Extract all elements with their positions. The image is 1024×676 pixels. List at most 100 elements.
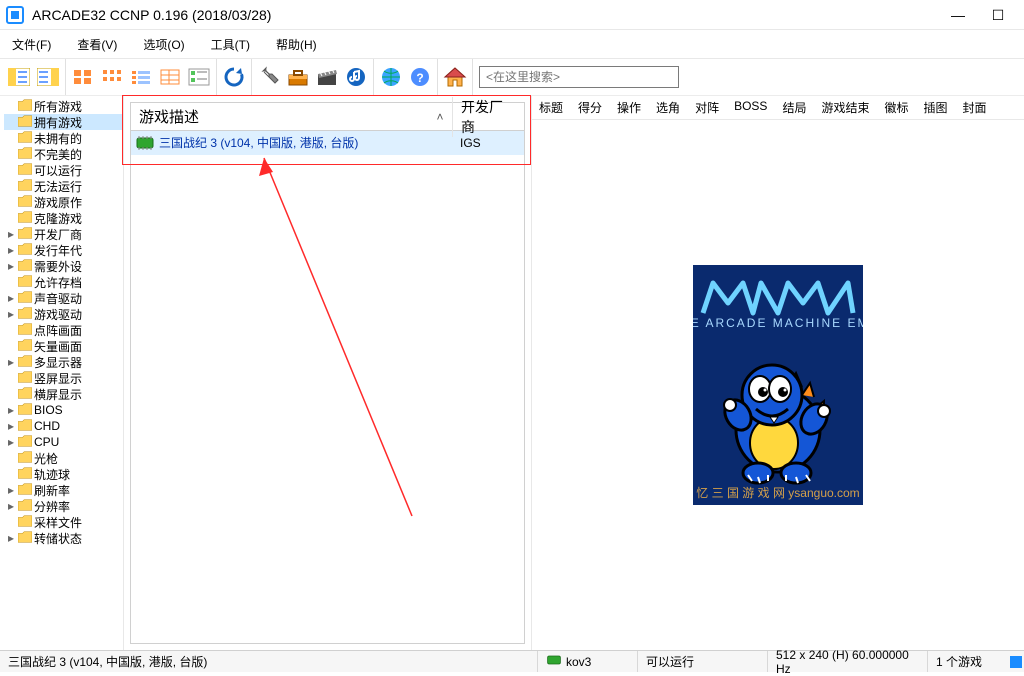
tree-spacer	[6, 373, 16, 383]
tree-item[interactable]: ▸BIOS	[4, 402, 123, 418]
tools-music-button[interactable]	[342, 63, 370, 91]
menu-bar: 文件(F) 查看(V) 选项(O) 工具(T) 帮助(H)	[0, 30, 1024, 58]
folder-icon	[18, 483, 32, 498]
preview-tab[interactable]: 操作	[610, 96, 649, 119]
tree-item[interactable]: 未拥有的	[4, 130, 123, 146]
tree-item[interactable]: 所有游戏	[4, 98, 123, 114]
tree-item[interactable]: 横屏显示	[4, 386, 123, 402]
minimize-button[interactable]: —	[938, 3, 978, 27]
folder-icon	[18, 467, 32, 482]
preview-tabs[interactable]: 标题得分操作选角对阵BOSS结局游戏结束徽标插图封面	[532, 96, 1024, 120]
expand-icon[interactable]: ▸	[6, 293, 16, 303]
tree-item[interactable]: ▸转储状态	[4, 530, 123, 546]
tree-item[interactable]: ▸需要外设	[4, 258, 123, 274]
expand-icon[interactable]: ▸	[6, 421, 16, 431]
view-grouped-button[interactable]	[185, 63, 213, 91]
folder-icon	[18, 99, 32, 114]
preview-image-area: MULTIPLE ARCADE MACHINE EMULATOR	[532, 120, 1024, 650]
preview-tab[interactable]: 徽标	[877, 96, 916, 119]
tree-item[interactable]: ▸分辨率	[4, 498, 123, 514]
list-header[interactable]: 游戏描述 ˄ 开发厂商	[131, 103, 524, 131]
menu-file[interactable]: 文件(F)	[6, 33, 57, 56]
tree-item[interactable]: ▸刷新率	[4, 482, 123, 498]
game-list[interactable]: 游戏描述 ˄ 开发厂商 三国战纪 3 (v104, 中国版, 港版, 台版) I…	[130, 102, 525, 644]
preview-tab[interactable]: 标题	[532, 96, 571, 119]
preview-tab[interactable]: 结局	[775, 96, 814, 119]
search-box[interactable]	[479, 66, 679, 88]
tree-label: 拥有游戏	[34, 114, 82, 131]
tree-item[interactable]: 竖屏显示	[4, 370, 123, 386]
tree-item[interactable]: 可以运行	[4, 162, 123, 178]
expand-icon[interactable]: ▸	[6, 261, 16, 271]
expand-icon[interactable]: ▸	[6, 437, 16, 447]
expand-icon[interactable]: ▸	[6, 501, 16, 511]
menu-help[interactable]: 帮助(H)	[270, 33, 323, 56]
search-input[interactable]	[479, 66, 679, 88]
tools-wrench-button[interactable]	[255, 63, 283, 91]
column-developer[interactable]: 开发厂商	[452, 97, 524, 137]
tree-item[interactable]: ▸CPU	[4, 434, 123, 450]
menu-view[interactable]: 查看(V)	[71, 33, 123, 56]
expand-icon[interactable]: ▸	[6, 485, 16, 495]
preview-tab[interactable]: 游戏结束	[814, 96, 877, 119]
view-small-icons-button[interactable]	[98, 63, 126, 91]
tree-item[interactable]: 无法运行	[4, 178, 123, 194]
view-detail-button[interactable]	[156, 63, 184, 91]
view-list-button[interactable]	[127, 63, 155, 91]
preview-tab[interactable]: 选角	[649, 96, 688, 119]
tree-item[interactable]: 光枪	[4, 450, 123, 466]
tree-item[interactable]: 游戏原作	[4, 194, 123, 210]
folder-icon	[18, 339, 32, 354]
category-tree[interactable]: 所有游戏拥有游戏未拥有的不完美的可以运行无法运行游戏原作克隆游戏▸开发厂商▸发行…	[0, 96, 124, 650]
preview-tab[interactable]: 得分	[571, 96, 610, 119]
preview-tab[interactable]: BOSS	[727, 96, 775, 119]
folder-icon	[18, 531, 32, 546]
tree-item[interactable]: 点阵画面	[4, 322, 123, 338]
tree-item[interactable]: ▸声音驱动	[4, 290, 123, 306]
layout-right-button[interactable]	[34, 63, 62, 91]
app-icon	[6, 6, 24, 24]
tools-clapper-button[interactable]	[313, 63, 341, 91]
tree-item[interactable]: 拥有游戏	[4, 114, 123, 130]
tree-item[interactable]: 采样文件	[4, 514, 123, 530]
web-button[interactable]	[377, 63, 405, 91]
status-bar: 三国战纪 3 (v104, 中国版, 港版, 台版) kov3 可以运行 512…	[0, 650, 1024, 672]
tree-item[interactable]: 克隆游戏	[4, 210, 123, 226]
preview-tab[interactable]: 封面	[956, 96, 995, 119]
tree-label: 轨迹球	[34, 466, 70, 483]
layout-left-button[interactable]	[5, 63, 33, 91]
expand-icon[interactable]: ▸	[6, 357, 16, 367]
menu-tools[interactable]: 工具(T)	[205, 33, 256, 56]
view-large-icons-button[interactable]	[69, 63, 97, 91]
expand-icon[interactable]: ▸	[6, 533, 16, 543]
expand-icon[interactable]: ▸	[6, 229, 16, 239]
status-corner-icon	[1008, 651, 1024, 672]
tree-item[interactable]: ▸多显示器	[4, 354, 123, 370]
tree-item[interactable]: 不完美的	[4, 146, 123, 162]
home-button[interactable]	[441, 63, 469, 91]
tree-item[interactable]: 允许存档	[4, 274, 123, 290]
tree-item[interactable]: ▸发行年代	[4, 242, 123, 258]
expand-icon[interactable]: ▸	[6, 309, 16, 319]
preview-tab[interactable]: 插图	[916, 96, 955, 119]
maximize-button[interactable]: ☐	[978, 3, 1018, 27]
tree-item[interactable]: 轨迹球	[4, 466, 123, 482]
expand-icon[interactable]: ▸	[6, 405, 16, 415]
folder-icon	[18, 227, 32, 242]
tools-toolbox-button[interactable]	[284, 63, 312, 91]
list-row[interactable]: 三国战纪 3 (v104, 中国版, 港版, 台版) IGS	[131, 131, 524, 155]
folder-icon	[18, 515, 32, 530]
tree-item[interactable]: 矢量画面	[4, 338, 123, 354]
column-description[interactable]: 游戏描述	[131, 106, 428, 127]
preview-tab[interactable]: 对阵	[688, 96, 727, 119]
refresh-button[interactable]	[220, 63, 248, 91]
status-resolution: 512 x 240 (H) 60.000000 Hz	[768, 651, 928, 672]
menu-options[interactable]: 选项(O)	[137, 33, 190, 56]
help-button[interactable]: ?	[406, 63, 434, 91]
expand-icon[interactable]: ▸	[6, 245, 16, 255]
row-description: 三国战纪 3 (v104, 中国版, 港版, 台版)	[159, 134, 452, 151]
tree-item[interactable]: ▸开发厂商	[4, 226, 123, 242]
tree-item[interactable]: ▸CHD	[4, 418, 123, 434]
tree-item[interactable]: ▸游戏驱动	[4, 306, 123, 322]
toolbar: ?	[0, 58, 1024, 96]
